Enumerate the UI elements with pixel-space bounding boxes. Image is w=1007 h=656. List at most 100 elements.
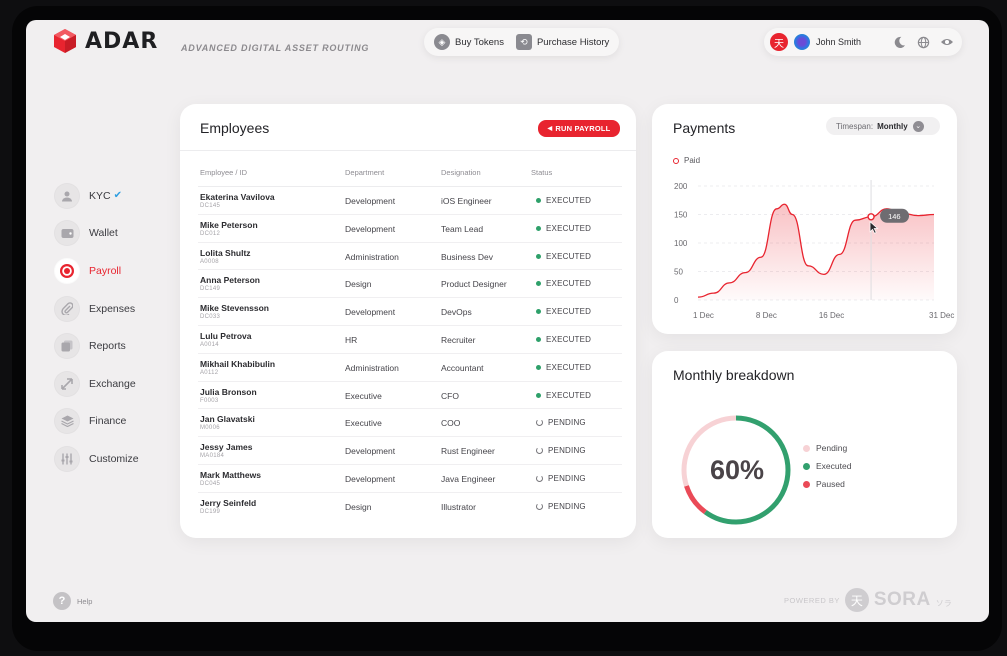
x-tick-label: 1 Dec — [693, 311, 714, 320]
table-row[interactable]: Jessy James MA0184 Development Rust Enginee… — [198, 437, 622, 465]
department-cell: HR — [345, 335, 358, 345]
employees-card: Employees ◀ RUN PAYROLL Employee / ID De… — [180, 104, 636, 538]
department-cell: Development — [345, 196, 396, 206]
eye-icon[interactable] — [938, 33, 956, 51]
app-screen: ADAR ADVANCED DIGITAL ASSET ROUTING ◈ Bu… — [26, 20, 989, 622]
brand-logo[interactable]: ADAR — [52, 28, 158, 54]
employee-id: A0014 — [200, 342, 219, 348]
exchange-icon — [54, 370, 80, 397]
pending-spinner-icon — [536, 419, 543, 427]
verified-check-icon: ✔ — [113, 190, 122, 202]
status-label: EXECUTED — [546, 307, 592, 317]
table-row[interactable]: Julia Bronson F0003 Executive CFO EXECUTED — [198, 382, 622, 410]
employee-name: Mike Stevensson — [200, 303, 269, 314]
sidebar-item-wallet[interactable]: Wallet — [54, 215, 139, 253]
sidebar-item-reports[interactable]: Reports — [54, 327, 139, 365]
run-payroll-label: RUN PAYROLL — [555, 124, 611, 133]
status-badge: EXECUTED — [536, 391, 591, 400]
user-name[interactable]: John Smith — [816, 37, 861, 47]
user-icon — [54, 182, 80, 209]
sidebar-item-exchange[interactable]: Exchange — [54, 365, 139, 403]
table-row[interactable]: Jerry Seinfeld DC199 Design Illustrator PEND… — [198, 493, 622, 521]
status-badge: EXECUTED — [536, 196, 591, 205]
moon-icon[interactable] — [890, 33, 908, 51]
sidebar-nav: KYC ✔ Wallet Payroll Expenses Reports Ex… — [54, 177, 139, 478]
table-row[interactable]: Jan Glavatski M0006 Executive COO PENDING — [198, 409, 622, 438]
executed-dot-icon — [536, 364, 541, 370]
employee-name: Julia Bronson — [200, 386, 257, 397]
purchase-history-label: Purchase History — [536, 36, 610, 48]
sidebar-item-label: KYC — [89, 189, 111, 202]
table-row[interactable]: Mikhail Khabibulin A0112 Administration Acc… — [198, 354, 622, 382]
globe-icon[interactable] — [914, 33, 932, 51]
column-header-designation[interactable]: Designation — [441, 168, 481, 177]
legend-label: Executed — [816, 461, 852, 471]
column-header-department[interactable]: Department — [345, 168, 384, 177]
sidebar-item-kyc[interactable]: KYC ✔ — [54, 177, 139, 215]
employee-id: DC145 — [200, 203, 221, 209]
run-payroll-button[interactable]: ◀ RUN PAYROLL — [538, 120, 620, 137]
employee-id: DC045 — [200, 481, 221, 487]
designation-cell: Business Dev — [441, 251, 493, 262]
brand-tagline: ADVANCED DIGITAL ASSET ROUTING — [181, 43, 370, 53]
designation-cell: CFO — [441, 390, 459, 401]
user-toolbar: 天 John Smith — [764, 28, 962, 56]
sidebar-item-label: Expenses — [89, 302, 136, 315]
sidebar-item-payroll[interactable]: Payroll — [54, 252, 139, 290]
table-row[interactable]: Lolita Shultz A0008 Administration Business… — [198, 243, 622, 271]
department-cell: Development — [345, 223, 396, 234]
column-header-status[interactable]: Status — [531, 168, 552, 177]
sidebar-item-label: Reports — [89, 340, 126, 353]
status-badge: EXECUTED — [536, 224, 591, 233]
layers-icon — [54, 408, 80, 435]
designation-cell: Java Engineer — [441, 474, 496, 484]
executed-dot-icon — [536, 392, 541, 398]
executed-dot-icon — [536, 225, 541, 231]
employee-name: Jerry Seinfeld — [200, 497, 257, 508]
purchase-history-button[interactable]: ⟲ Purchase History — [514, 34, 611, 50]
sidebar-item-finance[interactable]: Finance — [54, 403, 139, 441]
paperclip-icon — [54, 295, 80, 322]
designation-cell: COO — [441, 418, 461, 429]
payments-chart[interactable]: 0 50 100 150 200 1 Dec 8 Dec 16 Dec 31 Dec 146 — [652, 104, 957, 334]
employee-name: Jan Glavatski — [200, 414, 255, 425]
x-tick-label: 31 Dec — [929, 311, 954, 320]
sora-logo-icon: 天 — [844, 588, 869, 612]
brand-name: ADAR — [85, 28, 159, 54]
table-row[interactable]: Ekaterina Vavilova DC145 Development iOS En… — [198, 187, 622, 215]
sidebar-item-label: Finance — [89, 415, 127, 428]
breakdown-percent: 60% — [709, 455, 765, 485]
status-badge: EXECUTED — [536, 363, 591, 372]
table-row[interactable]: Lulu Petrova A0014 HR Recruiter EXECUTED — [198, 326, 622, 354]
buy-tokens-button[interactable]: ◈ Buy Tokens — [432, 34, 506, 50]
employee-id: DC199 — [200, 508, 221, 515]
sora-wordmark: SORA — [873, 589, 931, 610]
y-tick-label: 150 — [674, 211, 688, 220]
monthly-breakdown-card: Monthly breakdown 60% Pending Executed P… — [652, 351, 957, 538]
header-divider — [180, 150, 636, 151]
sidebar-item-expenses[interactable]: Expenses — [54, 290, 139, 328]
table-row[interactable]: Anna Peterson DC149 Design Product Designer… — [198, 270, 622, 299]
sidebar-item-label: Customize — [89, 452, 139, 465]
status-badge: EXECUTED — [536, 335, 591, 344]
sliders-icon — [54, 445, 80, 472]
status-badge: PENDING — [536, 446, 586, 455]
table-row[interactable]: Mike Stevensson DC033 Development DevOps EXE… — [198, 298, 622, 326]
x-tick-label: 16 Dec — [819, 311, 844, 320]
legend-label: Paused — [816, 479, 845, 489]
help-icon: ? — [53, 592, 71, 610]
payments-card: Payments Timespan: Monthly ⌄ Paid 0 50 100… — [652, 104, 957, 334]
table-row[interactable]: Mark Matthews DC045 Development Java Engine… — [198, 465, 622, 493]
pending-spinner-icon — [536, 447, 543, 455]
employee-id: F0003 — [200, 397, 219, 404]
sidebar-item-label: Exchange — [89, 377, 136, 390]
column-header-employee[interactable]: Employee / ID — [200, 168, 247, 177]
target-icon — [54, 257, 80, 284]
avatar[interactable] — [794, 34, 810, 50]
table-row[interactable]: Mike Peterson DC012 Development Team Lead EX… — [198, 215, 622, 243]
status-badge: EXECUTED — [536, 252, 591, 261]
executed-dot-icon — [536, 253, 541, 259]
sora-icon[interactable]: 天 — [770, 33, 788, 51]
sidebar-item-customize[interactable]: Customize — [54, 440, 139, 478]
help-link[interactable]: ? Help — [53, 592, 92, 610]
